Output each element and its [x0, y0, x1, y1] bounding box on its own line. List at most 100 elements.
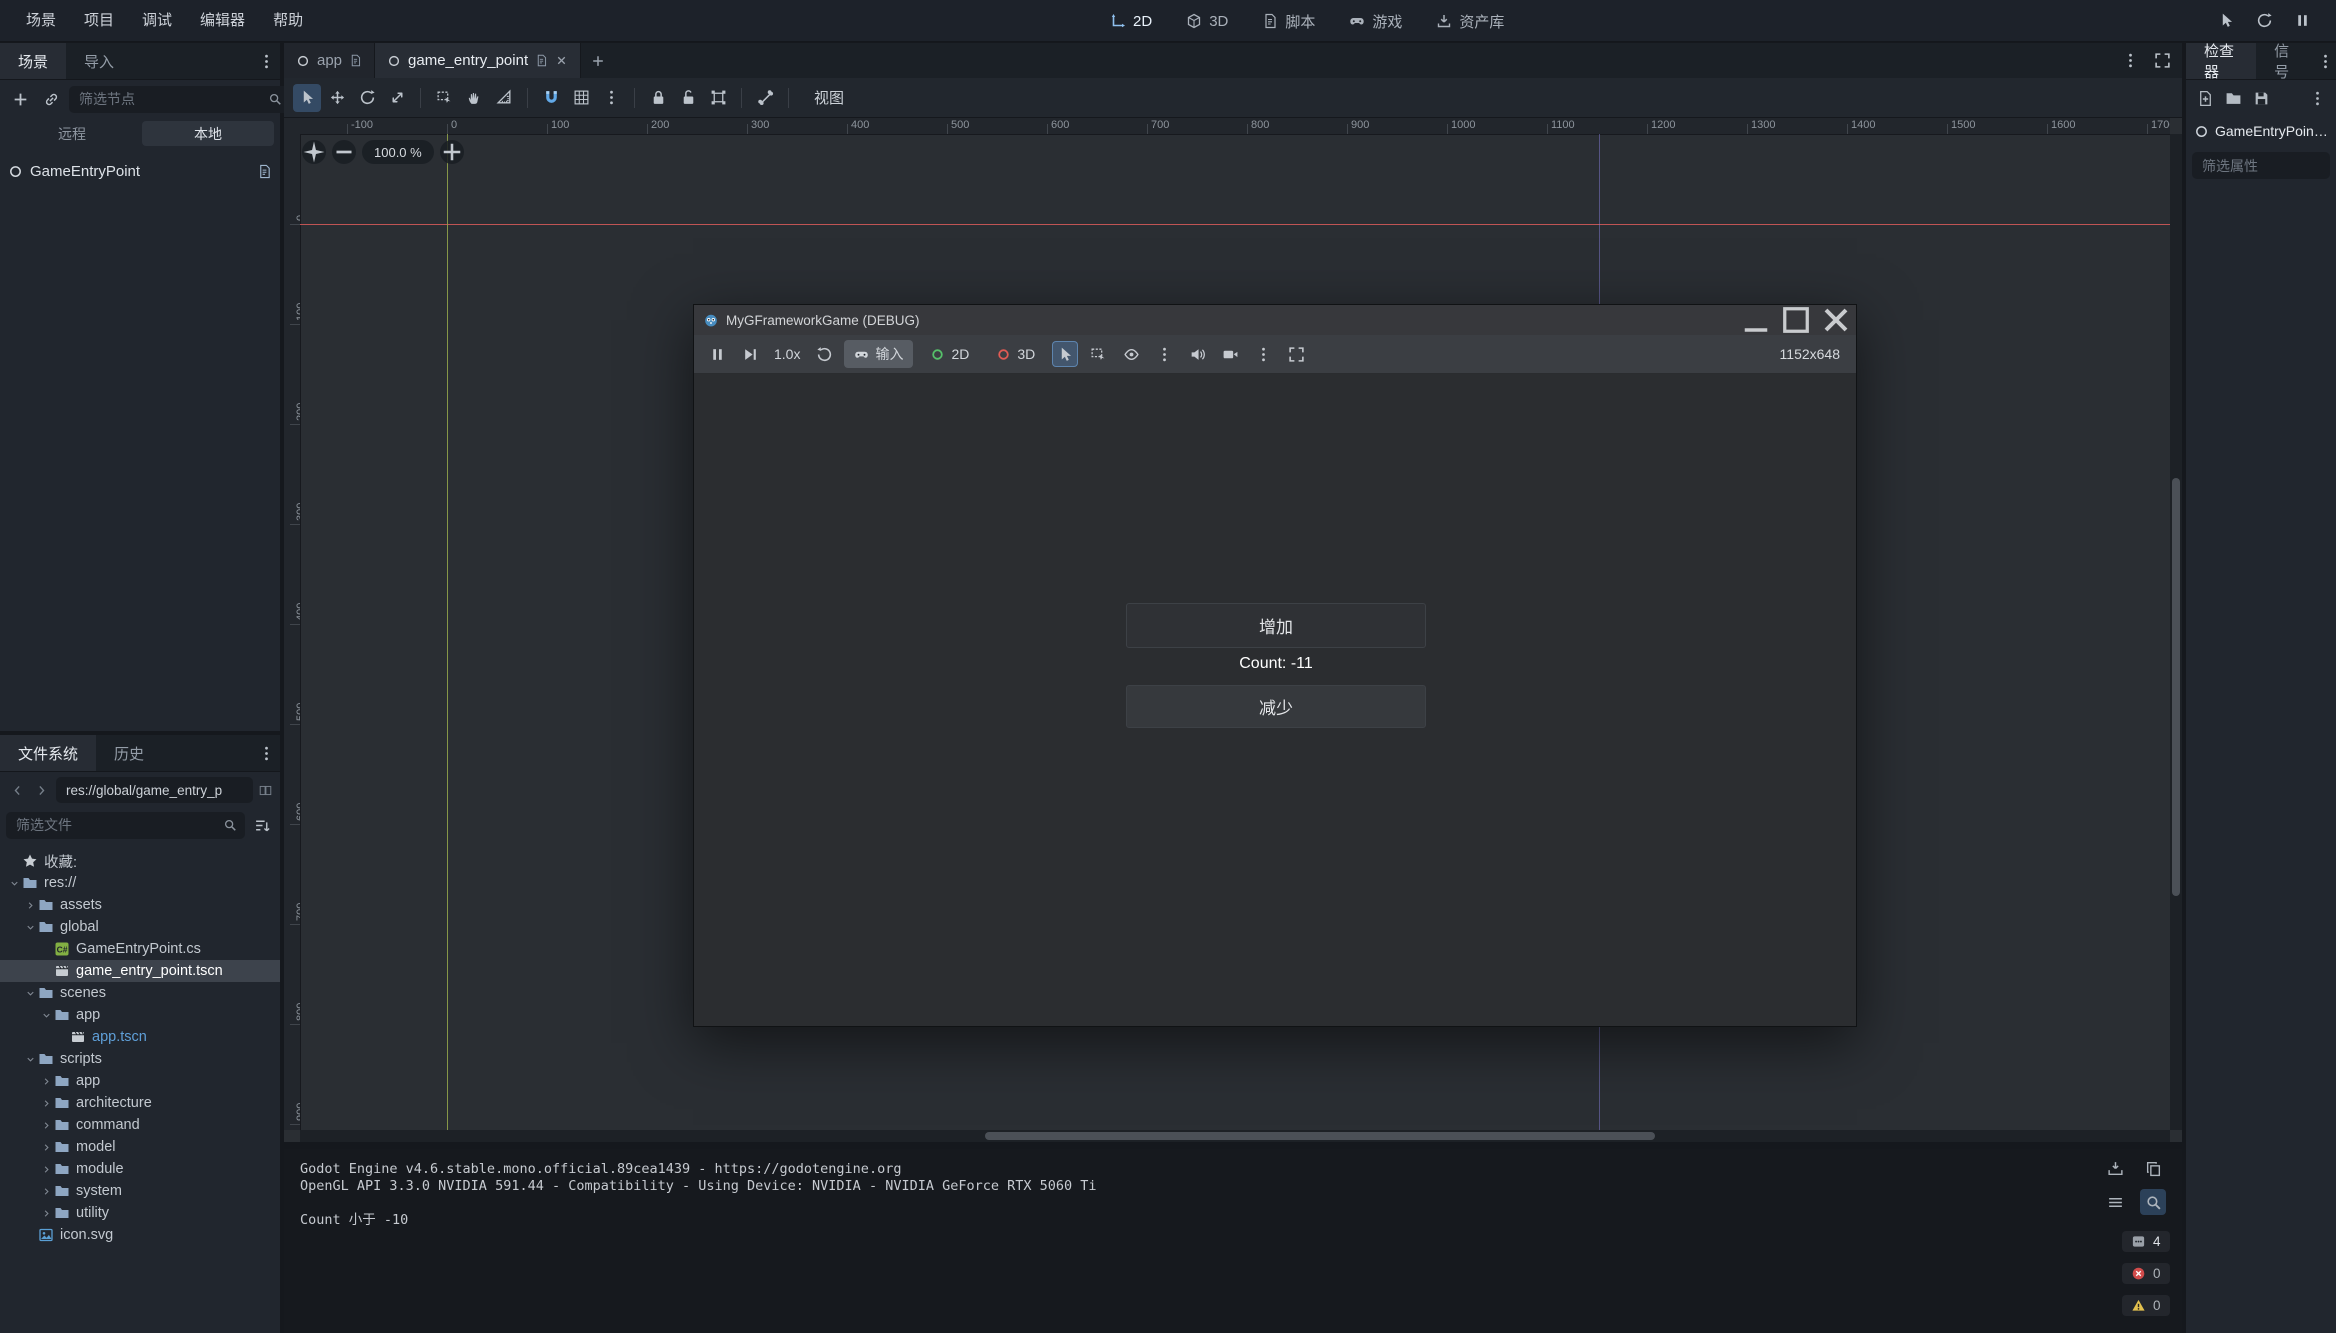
fav-root[interactable]: 收藏: [0, 850, 280, 872]
res-root[interactable]: res:// [0, 872, 280, 894]
node-gameentrypoint[interactable]: GameEntryPoint [0, 157, 280, 186]
expand-icon[interactable] [38, 1096, 54, 1110]
errors-badge[interactable]: 0 [2122, 1263, 2170, 1284]
copy-log-button[interactable] [2140, 1155, 2166, 1181]
menu-help[interactable]: 帮助 [259, 0, 317, 42]
lock-node-button[interactable] [644, 84, 672, 112]
mode-2d-button[interactable]: 2D [920, 342, 979, 366]
vertical-ruler[interactable]: 0100200300400500600700800900 [284, 134, 301, 1130]
workspace-2d[interactable]: 2D [1098, 8, 1164, 35]
input-mode-button[interactable]: 输入 [844, 340, 913, 368]
save-log-button[interactable] [2102, 1155, 2128, 1181]
next-frame-button[interactable] [737, 341, 763, 367]
workspace-3d[interactable]: 3D [1174, 8, 1240, 35]
current-path-input[interactable] [64, 782, 245, 799]
tab-history[interactable]: 历史 [96, 735, 162, 771]
embed-fullscreen-button[interactable] [1283, 341, 1309, 367]
attached-script-icon[interactable] [257, 164, 272, 179]
maximize-button[interactable] [1776, 305, 1816, 335]
center-view-button[interactable] [302, 140, 326, 164]
box-select-button[interactable] [430, 84, 458, 112]
minimize-button[interactable] [1736, 305, 1776, 335]
file-game-entry-point-tscn[interactable]: game_entry_point.tscn [0, 960, 280, 982]
collapse-icon[interactable] [6, 876, 22, 890]
workspace-game[interactable]: 游戏 [1337, 6, 1414, 37]
snap-options-button[interactable] [597, 84, 625, 112]
collapse-duplicates-button[interactable] [2102, 1189, 2128, 1215]
edited-object-row[interactable]: GameEntryPoint... [2186, 116, 2336, 146]
decrease-button[interactable]: 减少 [1126, 685, 1426, 728]
distraction-free-button[interactable] [2150, 49, 2174, 73]
dir-app[interactable]: app [0, 1004, 280, 1026]
game-window-titlebar[interactable]: MyGFrameworkGame (DEBUG) [694, 305, 1856, 335]
tab-scene[interactable]: 场景 [0, 43, 66, 79]
new-resource-button[interactable] [2192, 85, 2218, 111]
dir-model[interactable]: model [0, 1136, 280, 1158]
vertical-scrollbar-thumb[interactable] [2172, 478, 2180, 896]
select-tool-button[interactable] [293, 84, 321, 112]
save-resource-button[interactable] [2248, 85, 2274, 111]
show-selection-button[interactable] [1118, 341, 1144, 367]
menu-editor[interactable]: 编辑器 [186, 0, 259, 42]
tab-signals[interactable]: 信号 [2256, 43, 2315, 79]
game-focus-button[interactable] [2212, 7, 2240, 35]
selection-options-button[interactable] [1151, 341, 1177, 367]
reload-scene-button[interactable] [2250, 7, 2278, 35]
menu-project[interactable]: 项目 [70, 0, 128, 42]
mute-audio-button[interactable] [1184, 341, 1210, 367]
dir-module[interactable]: module [0, 1158, 280, 1180]
expand-icon[interactable] [38, 1140, 54, 1154]
expand-icon[interactable] [22, 898, 38, 912]
new-scene-tab-button[interactable] [581, 43, 615, 78]
nav-forward-button[interactable] [30, 779, 52, 801]
scene-tab-menu-button[interactable] [2118, 49, 2142, 73]
inspector-dock-tab-menu-button[interactable] [2315, 47, 2336, 75]
dir-global[interactable]: global [0, 916, 280, 938]
reset-speed-button[interactable] [811, 341, 837, 367]
menu-scene[interactable]: 场景 [12, 0, 70, 42]
split-view-button[interactable] [257, 778, 274, 802]
grid-snap-button[interactable] [567, 84, 595, 112]
instantiate-scene-button[interactable] [38, 86, 64, 112]
dir-assets[interactable]: assets [0, 894, 280, 916]
menu-debug[interactable]: 调试 [128, 0, 186, 42]
scale-tool-button[interactable] [383, 84, 411, 112]
zoom-in-button[interactable] [440, 140, 464, 164]
horizontal-scrollbar[interactable] [300, 1130, 2170, 1142]
collapse-icon[interactable] [22, 986, 38, 1000]
view-menu-button[interactable]: 视图 [802, 83, 856, 112]
inspector-menu-button[interactable] [2304, 85, 2330, 111]
messages-badge[interactable]: 4 [2122, 1231, 2170, 1252]
collapse-icon[interactable] [22, 1052, 38, 1066]
smart-snap-button[interactable] [537, 84, 565, 112]
add-node-button[interactable] [7, 86, 33, 112]
increase-button[interactable]: 增加 [1126, 603, 1426, 648]
dir-scripts-app[interactable]: app [0, 1070, 280, 1092]
scene-dock-tab-menu-button[interactable] [252, 47, 280, 75]
dir-system[interactable]: system [0, 1180, 280, 1202]
tab-inspector[interactable]: 检查器 [2186, 43, 2256, 79]
tab-local[interactable]: 本地 [142, 121, 274, 146]
expand-icon[interactable] [38, 1118, 54, 1132]
warnings-badge[interactable]: 0 [2122, 1295, 2170, 1316]
pan-tool-button[interactable] [460, 84, 488, 112]
pause-scene-button[interactable] [2288, 7, 2316, 35]
workspace-script[interactable]: 脚本 [1250, 6, 1327, 37]
dir-command[interactable]: command [0, 1114, 280, 1136]
dir-scenes[interactable]: scenes [0, 982, 280, 1004]
scene-filter-input[interactable] [77, 90, 262, 108]
select-mode-button[interactable] [1052, 341, 1078, 367]
group-node-button[interactable] [704, 84, 732, 112]
camera-options-button[interactable] [1250, 341, 1276, 367]
zoom-out-button[interactable] [332, 140, 356, 164]
mode-3d-button[interactable]: 3D [986, 342, 1045, 366]
expand-icon[interactable] [38, 1184, 54, 1198]
horizontal-scrollbar-thumb[interactable] [985, 1132, 1655, 1140]
rotate-tool-button[interactable] [353, 84, 381, 112]
dir-architecture[interactable]: architecture [0, 1092, 280, 1114]
expand-icon[interactable] [38, 1074, 54, 1088]
filesystem-dock-tab-menu-button[interactable] [252, 739, 280, 767]
tab-import[interactable]: 导入 [66, 43, 132, 79]
zoom-level-label[interactable]: 100.0 % [362, 140, 434, 164]
horizontal-ruler[interactable]: -100010020030040050060070080090010001100… [300, 118, 2170, 135]
